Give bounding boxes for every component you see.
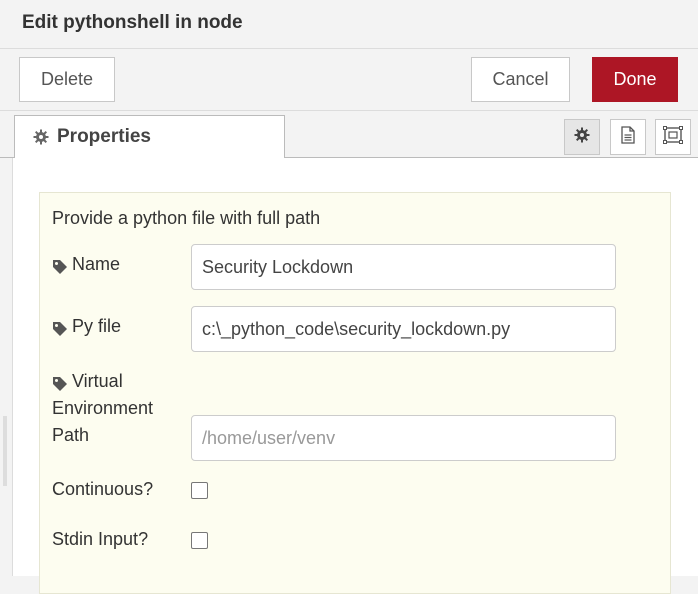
pyfile-label: Py file bbox=[52, 313, 121, 345]
properties-tab-button[interactable] bbox=[564, 119, 600, 155]
appearance-icon bbox=[663, 125, 683, 149]
name-label-text: Name bbox=[72, 254, 121, 274]
tab-properties-label: Properties bbox=[57, 126, 151, 147]
stdin-label: Stdin Input? bbox=[52, 529, 149, 549]
venv-label-line2: Environment bbox=[52, 398, 154, 418]
name-input[interactable] bbox=[191, 244, 616, 290]
done-button[interactable]: Done bbox=[592, 57, 678, 102]
name-label: Name bbox=[52, 251, 120, 283]
tag-icon bbox=[52, 318, 68, 345]
tab-properties[interactable]: Properties bbox=[14, 115, 285, 158]
form-hint: Provide a python file with full path bbox=[52, 208, 321, 228]
venv-label-line1: Virtual bbox=[72, 371, 123, 391]
resize-handle[interactable] bbox=[3, 416, 7, 486]
continuous-checkbox[interactable] bbox=[191, 482, 208, 499]
dialog-title: Edit pythonshell in node bbox=[22, 12, 243, 33]
properties-content: Provide a python file with full path Nam… bbox=[12, 158, 698, 594]
pyfile-label-text: Py file bbox=[72, 316, 122, 336]
delete-button[interactable]: Delete bbox=[19, 57, 115, 102]
tab-bar: Properties bbox=[0, 111, 698, 158]
node-form-panel: Provide a python file with full path Nam… bbox=[39, 192, 671, 594]
stdin-checkbox[interactable] bbox=[191, 532, 208, 549]
document-icon bbox=[620, 125, 636, 149]
tag-icon bbox=[52, 256, 68, 283]
venv-path-input[interactable] bbox=[191, 415, 616, 461]
description-tab-button[interactable] bbox=[610, 119, 646, 155]
continuous-label: Continuous? bbox=[52, 479, 154, 499]
dialog-titlebar: Edit pythonshell in node bbox=[0, 0, 698, 49]
appearance-tab-button[interactable] bbox=[655, 119, 691, 155]
venv-label-line3: Path bbox=[52, 425, 90, 445]
pyfile-input[interactable] bbox=[191, 306, 616, 352]
gear-icon bbox=[574, 127, 590, 148]
cancel-button[interactable]: Cancel bbox=[471, 57, 570, 102]
gear-icon bbox=[33, 129, 49, 145]
dialog-toolbar: Delete Cancel Done bbox=[0, 49, 698, 111]
